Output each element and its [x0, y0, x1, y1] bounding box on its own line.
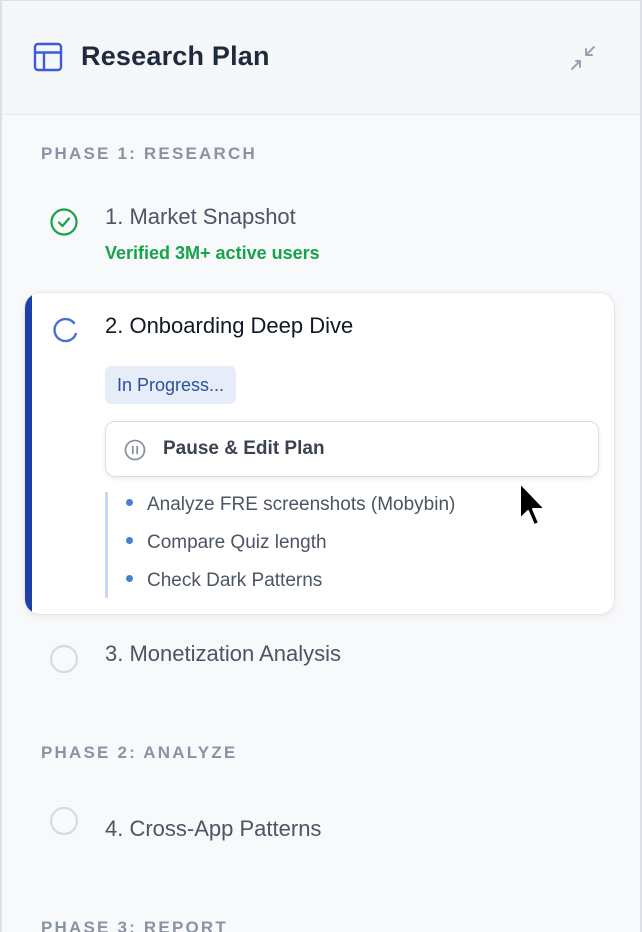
- step-1-note: Verified 3M+ active users: [105, 243, 320, 263]
- pause-edit-plan-label: Pause & Edit Plan: [163, 438, 325, 459]
- phase-3-label: PHASE 3: REPORT: [41, 918, 228, 932]
- panel-title: Research Plan: [81, 41, 270, 71]
- bullet-dot: [126, 537, 133, 545]
- bullet-dot: [126, 575, 133, 583]
- loading-spinner-icon: [50, 315, 80, 345]
- active-step-card: 2. Onboarding Deep Dive In Progress... P…: [24, 292, 615, 615]
- collapse-arrows-icon[interactable]: [568, 43, 600, 75]
- list-item: Analyze FRE screenshots (Mobybin): [126, 494, 455, 516]
- pending-circle-icon: [49, 644, 79, 674]
- pending-circle-icon: [49, 806, 79, 836]
- panel-header: Research Plan: [2, 1, 640, 115]
- pause-icon: [124, 439, 146, 461]
- substep-label: Compare Quiz length: [147, 532, 327, 553]
- in-progress-badge: In Progress...: [105, 366, 237, 404]
- step-1-title[interactable]: 1. Market Snapshot: [105, 204, 296, 230]
- list-item: Compare Quiz length: [126, 532, 327, 554]
- pause-edit-plan-button[interactable]: Pause & Edit Plan: [105, 421, 599, 477]
- phase-1-label: PHASE 1: RESEARCH: [41, 144, 257, 163]
- step-4-title[interactable]: 4. Cross-App Patterns: [105, 816, 321, 842]
- step-3-title[interactable]: 3. Monetization Analysis: [105, 641, 341, 667]
- mouse-cursor-icon: [517, 481, 551, 533]
- check-circle-icon: [49, 207, 79, 237]
- substep-list: Analyze FRE screenshots (Mobybin) Compar…: [105, 492, 585, 598]
- active-indicator-bar: [25, 293, 32, 614]
- phase-2-label: PHASE 2: ANALYZE: [41, 743, 238, 762]
- substep-label: Analyze FRE screenshots (Mobybin): [147, 494, 456, 515]
- list-item: Check Dark Patterns: [126, 570, 322, 592]
- layout-panel-icon: [33, 42, 63, 72]
- substep-label: Check Dark Patterns: [147, 570, 323, 591]
- research-plan-panel: Research Plan PHASE 1: RESEARCH 1. Marke…: [0, 0, 642, 932]
- bullet-dot: [126, 499, 133, 507]
- step-2-title[interactable]: 2. Onboarding Deep Dive: [105, 313, 353, 339]
